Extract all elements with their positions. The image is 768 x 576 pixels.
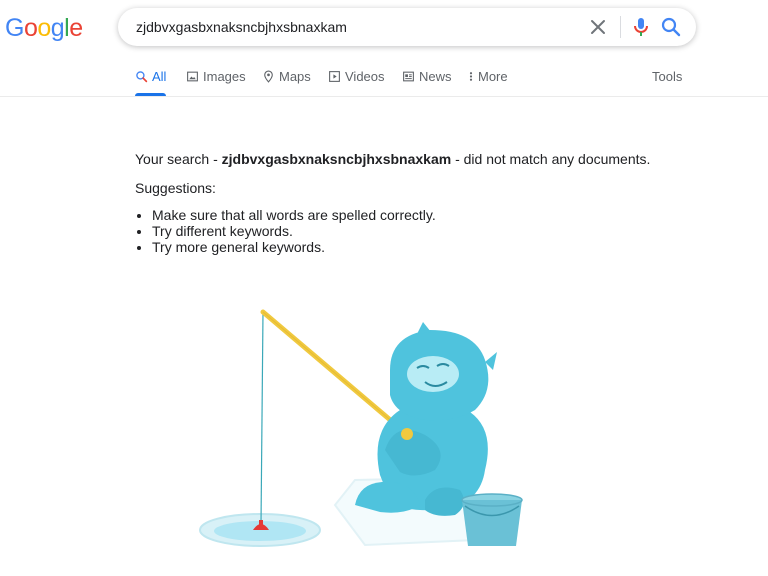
tab-all[interactable]: All [135,62,167,96]
logo-letter: e [69,14,83,42]
tab-more[interactable]: More [468,62,508,96]
no-results-suffix: - did not match any documents. [451,151,651,167]
tabs-divider [0,96,768,97]
tab-news[interactable]: News [402,62,452,96]
search-input[interactable]: zjdbvxgasbxnaksncbjhxsbnaxkam [136,8,347,46]
search-button[interactable] [659,15,683,39]
google-logo[interactable]: Google [5,12,83,44]
logo-letter: G [5,14,24,42]
tab-label: More [478,69,508,84]
close-icon [591,20,605,34]
no-results-line: Your search - zjdbvxgasbxnaksncbjhxsbnax… [135,150,650,168]
more-vert-icon [469,72,473,81]
yeti [355,322,497,516]
search-tabs: All Images Maps Videos News More Tools [0,62,768,98]
logo-letter: g [50,14,65,42]
no-results-prefix: Your search - [135,151,222,167]
suggestion-item: Try more general keywords. [152,239,650,255]
tab-images[interactable]: Images [186,62,246,96]
voice-search-button[interactable] [629,15,653,39]
tab-label: Videos [345,69,385,84]
tab-label: News [419,69,452,84]
tab-maps[interactable]: Maps [262,62,311,96]
tab-label: Images [203,69,246,84]
searched-query: zjdbvxgasbxnaksncbjhxsbnaxkam [221,151,452,167]
bucket [461,493,523,546]
tools-label: Tools [652,69,683,84]
news-icon [403,71,414,82]
image-icon [187,71,198,82]
map-pin-icon [264,70,273,83]
search-box[interactable]: zjdbvxgasbxnaksncbjhxsbnaxkam [118,8,696,46]
tools-button[interactable]: Tools [652,62,682,96]
suggestions-title: Suggestions: [135,180,216,196]
tab-videos[interactable]: Videos [328,62,385,96]
tab-label: All [152,69,167,84]
clear-button[interactable] [586,15,610,39]
search-icon [136,71,148,83]
fishing-yeti-illustration [199,309,523,547]
logo-letter: o [37,14,51,42]
suggestion-item: Try different keywords. [152,223,650,239]
video-icon [329,71,340,82]
suggestion-item: Make sure that all words are spelled cor… [152,207,650,223]
search-icon [661,17,681,37]
mic-icon [634,18,648,36]
suggestions-list: Make sure that all words are spelled cor… [135,207,650,255]
search-divider [620,16,621,38]
no-results-message: Your search - zjdbvxgasbxnaksncbjhxsbnax… [135,150,650,255]
logo-letter: o [23,14,38,42]
fishing-line [260,311,264,525]
tab-label: Maps [279,69,311,84]
